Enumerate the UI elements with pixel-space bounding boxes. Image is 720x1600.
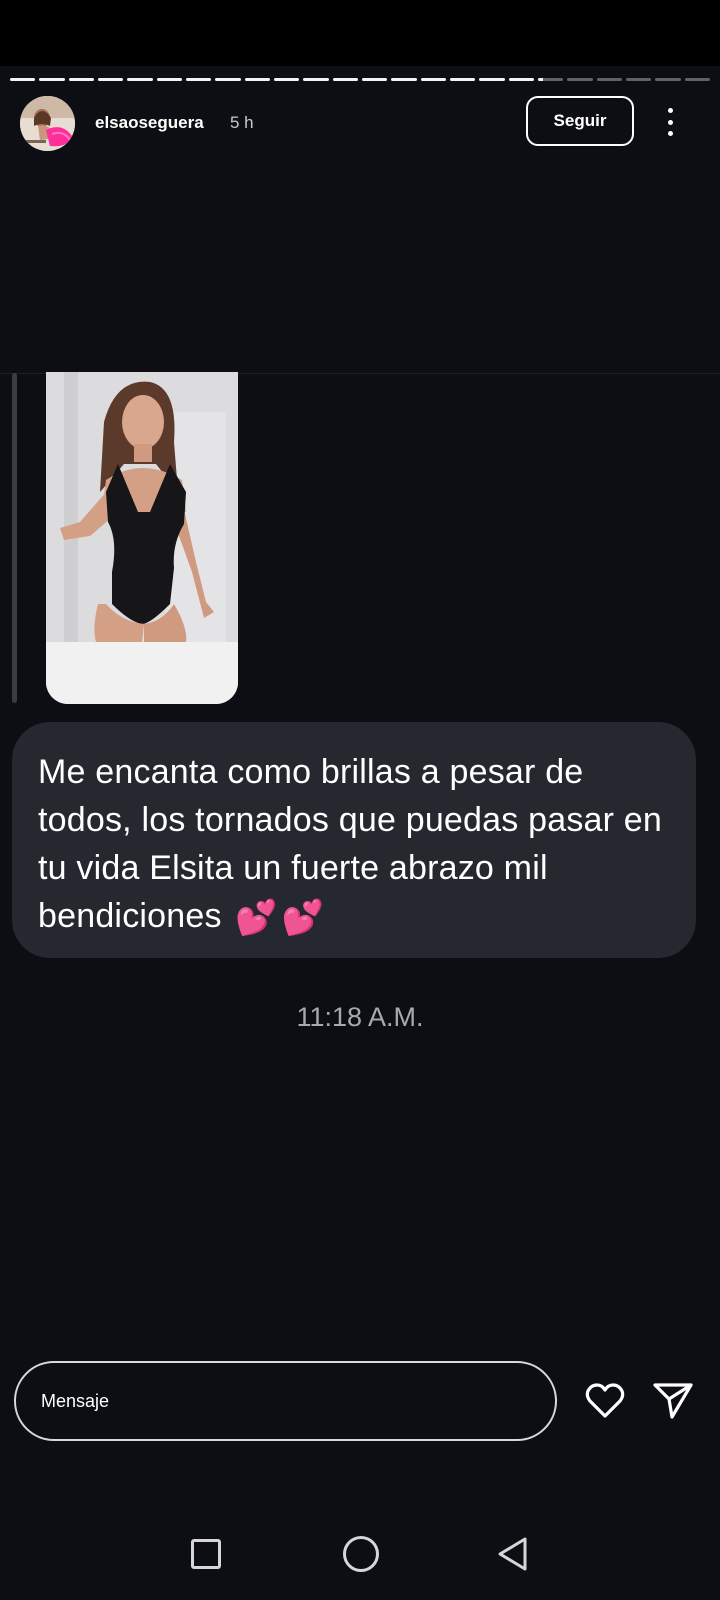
story-progress-segment <box>449 78 476 81</box>
story-progress-segment <box>625 78 652 81</box>
story-reply-screen: elsaoseguera 5 h Seguir Me encanta como … <box>0 0 720 1600</box>
story-progress-segment <box>68 78 94 81</box>
story-progress-bar <box>10 78 710 81</box>
story-progress-segment <box>156 78 182 81</box>
story-progress-segment <box>39 78 65 81</box>
avatar-image <box>20 96 75 151</box>
story-progress-fill <box>537 78 543 81</box>
story-progress-segment <box>655 78 681 81</box>
story-progress-fill <box>244 78 270 81</box>
story-progress-segment <box>332 78 358 81</box>
circle-icon[interactable] <box>343 1536 379 1572</box>
story-progress-fill <box>273 78 300 81</box>
back-triangle-icon[interactable] <box>495 1535 529 1573</box>
story-header: elsaoseguera 5 h Seguir <box>20 96 700 156</box>
story-progress-segment <box>127 78 153 81</box>
story-progress-fill <box>156 78 182 81</box>
story-progress-segment <box>273 78 300 81</box>
send-icon[interactable] <box>652 1380 694 1422</box>
reply-indicator-bar <box>12 373 17 703</box>
story-progress-fill <box>508 78 534 81</box>
story-progress-segment <box>303 78 329 81</box>
story-progress-segment <box>97 78 124 81</box>
story-progress-segment <box>420 78 446 81</box>
square-icon[interactable] <box>191 1539 221 1569</box>
story-progress-fill <box>391 78 417 81</box>
story-progress-fill <box>39 78 65 81</box>
story-progress-fill <box>127 78 153 81</box>
story-progress-segment <box>596 78 622 81</box>
message-input[interactable]: Mensaje <box>14 1361 557 1441</box>
story-progress-fill <box>185 78 212 81</box>
story-thumbnail[interactable] <box>46 372 238 704</box>
story-progress-fill <box>10 78 36 81</box>
message-timestamp: 11:18 A.M. <box>296 1002 424 1032</box>
message-text: Me encanta como brillas a pesar de todos… <box>38 748 668 942</box>
story-progress-fill <box>449 78 476 81</box>
story-progress-segment <box>185 78 212 81</box>
message-input-placeholder: Mensaje <box>41 1390 110 1411</box>
story-progress-segment <box>361 78 388 81</box>
story-progress-fill <box>361 78 388 81</box>
story-progress-segment <box>10 78 36 81</box>
story-progress-fill <box>97 78 124 81</box>
more-dot <box>667 131 673 136</box>
story-progress-segment <box>567 78 593 81</box>
two-hearts-emoji: 💕 <box>281 899 325 938</box>
story-time-ago: 5 h <box>230 113 254 132</box>
status-bar <box>0 0 720 66</box>
message-body: Me encanta como brillas a pesar de todos… <box>38 753 663 935</box>
more-vertical-icon[interactable] <box>655 104 685 140</box>
story-progress-segment <box>684 78 710 81</box>
message-bubble[interactable]: Me encanta como brillas a pesar de todos… <box>12 722 696 958</box>
story-photo <box>46 372 238 704</box>
heart-icon[interactable] <box>584 1380 626 1422</box>
follow-button[interactable]: Seguir <box>526 96 634 146</box>
story-progress-fill <box>332 78 358 81</box>
story-progress-fill <box>215 78 241 81</box>
story-progress-segment <box>244 78 270 81</box>
system-nav-bar <box>0 1520 720 1600</box>
more-dot <box>667 108 673 113</box>
story-progress-fill <box>479 78 505 81</box>
story-progress-segment <box>479 78 505 81</box>
story-progress-fill <box>303 78 329 81</box>
story-progress-fill <box>68 78 94 81</box>
story-progress-segment <box>508 78 534 81</box>
avatar[interactable] <box>20 96 75 151</box>
two-hearts-emoji: 💕 <box>235 899 278 938</box>
more-dot <box>667 119 673 125</box>
story-progress-segment <box>537 78 564 81</box>
story-progress-segment <box>215 78 241 81</box>
story-progress-segment <box>391 78 417 81</box>
username[interactable]: elsaoseguera <box>95 113 204 133</box>
story-progress-fill <box>420 78 446 81</box>
